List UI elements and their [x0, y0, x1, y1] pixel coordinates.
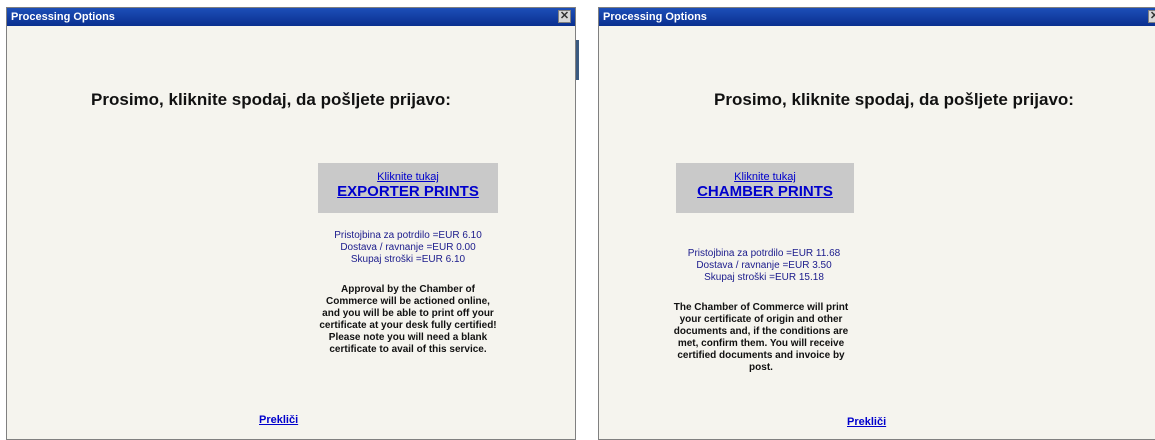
dialog-titlebar: Processing Options ✕	[7, 8, 575, 26]
certificate-fee: Pristojbina za potrdilo =EUR 11.68	[687, 248, 841, 259]
dialog-titlebar: Processing Options ✕	[599, 8, 1155, 26]
processing-options-dialog-chamber: Processing Options ✕ Prosimo, kliknite s…	[598, 7, 1155, 440]
processing-options-dialog-exporter: Processing Options ✕ Prosimo, kliknite s…	[6, 7, 576, 440]
dialog-title: Processing Options	[603, 11, 707, 23]
total-fee: Skupaj stroški =EUR 6.10	[350, 254, 466, 265]
option-description: Approval by the Chamber of Commerce will…	[319, 284, 497, 355]
chamber-prints-link[interactable]: CHAMBER PRINTS	[676, 183, 854, 201]
close-icon[interactable]: ✕	[1148, 10, 1155, 23]
fee-summary: Pristojbina za potrdilo =EUR 11.68 Dosta…	[674, 248, 854, 284]
fee-summary: Pristojbina za potrdilo =EUR 6.10 Dostav…	[318, 230, 498, 266]
cancel-link[interactable]: Prekliči	[847, 416, 886, 428]
option-description: The Chamber of Commerce will print your …	[673, 302, 849, 373]
click-here-link[interactable]: Kliknite tukaj	[676, 171, 854, 183]
cancel-link[interactable]: Prekliči	[259, 414, 298, 426]
dialog-heading: Prosimo, kliknite spodaj, da pošljete pr…	[714, 90, 1074, 109]
click-here-link[interactable]: Kliknite tukaj	[318, 171, 498, 183]
dialog-title: Processing Options	[11, 11, 115, 23]
exporter-prints-option[interactable]: Kliknite tukaj EXPORTER PRINTS	[318, 163, 498, 213]
dialog-heading: Prosimo, kliknite spodaj, da pošljete pr…	[91, 90, 451, 109]
chamber-prints-option[interactable]: Kliknite tukaj CHAMBER PRINTS	[676, 163, 854, 213]
close-icon[interactable]: ✕	[558, 10, 571, 23]
total-fee: Skupaj stroški =EUR 15.18	[704, 272, 824, 283]
delivery-fee: Dostava / ravnanje =EUR 0.00	[340, 242, 476, 253]
exporter-prints-link[interactable]: EXPORTER PRINTS	[318, 183, 498, 201]
certificate-fee: Pristojbina za potrdilo =EUR 6.10	[334, 230, 482, 241]
background-window-edge	[576, 40, 579, 80]
delivery-fee: Dostava / ravnanje =EUR 3.50	[696, 260, 832, 271]
